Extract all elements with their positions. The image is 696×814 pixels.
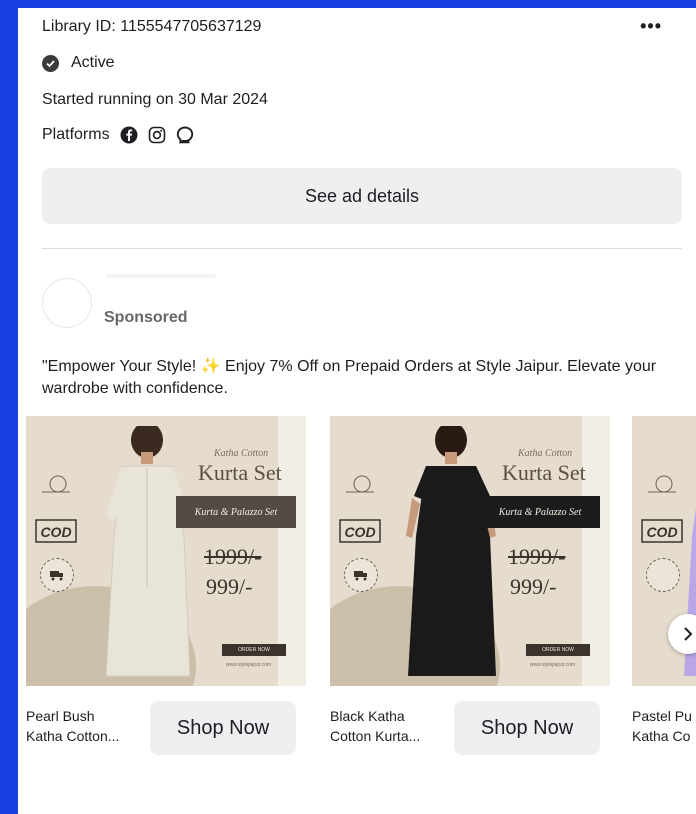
caption-line: Katha Co	[632, 728, 691, 744]
shop-now-button[interactable]: Shop Now	[150, 701, 296, 755]
model-figure	[406, 426, 496, 676]
platforms-label: Platforms	[42, 126, 110, 143]
check-circle-icon	[42, 54, 59, 72]
status-row: Active	[42, 54, 115, 72]
order-now-tag: ORDER NOW	[526, 644, 590, 656]
page-name-placeholder	[106, 274, 216, 278]
old-price: 1999/-	[508, 544, 566, 569]
product-type-big: Kurta Set	[198, 460, 282, 485]
shop-now-button[interactable]: Shop Now	[454, 701, 600, 755]
library-id: Library ID: 1155547705637129	[42, 18, 262, 35]
site-url: www.stylejaipur.com	[530, 662, 576, 668]
product-type-big: Kurta Set	[502, 460, 586, 485]
express-delivery-badge	[648, 475, 676, 493]
product-image[interactable]: COD Katha Cotton Kurta Set Kurta & Palaz…	[330, 416, 610, 686]
sponsored-label: Sponsored	[104, 309, 188, 326]
divider	[42, 248, 682, 249]
product-caption: Black Katha Cotton Kurta...	[330, 706, 450, 746]
svg-text:COD: COD	[344, 524, 375, 540]
express-delivery-badge	[346, 475, 374, 493]
status-label: Active	[71, 54, 115, 71]
cod-badge: COD	[339, 519, 381, 543]
order-now-tag: ORDER NOW	[222, 644, 286, 656]
see-ad-details-button[interactable]: See ad details	[42, 168, 682, 224]
new-price: 999/-	[510, 574, 557, 599]
free-shipping-badge	[40, 558, 74, 592]
instagram-icon	[148, 126, 166, 144]
platforms-row: Platforms	[42, 126, 194, 144]
caption-line: Pearl Bush	[26, 708, 95, 724]
ad-card: Library ID: 1155547705637129 ••• Active …	[18, 8, 696, 814]
product-type-small: Katha Cotton	[214, 448, 269, 459]
express-delivery-badge	[42, 475, 70, 493]
caption-line: Pastel Pu	[632, 708, 692, 724]
new-price: 999/-	[206, 574, 253, 599]
site-url: www.stylejaipur.com	[226, 662, 272, 668]
product-caption: Pastel Pu Katha Co	[632, 706, 696, 746]
product-banner: Kurta & Palazzo Set	[480, 496, 600, 528]
cod-badge: COD	[35, 519, 77, 543]
start-date: Started running on 30 Mar 2024	[42, 91, 268, 108]
carousel-card[interactable]: COD Katha Cotton Kurta Set Kurta & Palaz…	[330, 416, 610, 755]
ad-body-text: "Empower Your Style! ✨ Enjoy 7% Off on P…	[42, 356, 672, 400]
carousel-card[interactable]: COD Katha Cotton Kurta Set Kurta & Palaz…	[26, 416, 306, 755]
product-carousel: COD Katha Cotton Kurta Set Kurta & Palaz…	[26, 416, 696, 776]
sparkle-emoji-icon: ✨	[200, 358, 221, 375]
svg-text:COD: COD	[40, 524, 71, 540]
model-figure	[105, 426, 191, 677]
chevron-right-icon	[684, 627, 693, 641]
caption-line: Black Katha	[330, 708, 405, 724]
cod-badge: COD	[641, 519, 683, 543]
caption-line: Katha Cotton...	[26, 728, 120, 744]
product-caption: Pearl Bush Katha Cotton...	[26, 706, 146, 746]
free-shipping-badge	[344, 558, 378, 592]
messenger-icon	[176, 126, 194, 144]
product-banner: Kurta & Palazzo Set	[176, 496, 296, 528]
caption-line: Cotton Kurta...	[330, 728, 421, 744]
old-price: 1999/-	[204, 544, 262, 569]
more-options-icon[interactable]: •••	[640, 16, 662, 37]
ad-body-text-start: "Empower Your Style!	[42, 358, 197, 375]
product-type-small: Katha Cotton	[518, 448, 573, 459]
facebook-icon	[120, 126, 138, 144]
svg-text:COD: COD	[646, 524, 677, 540]
avatar[interactable]	[42, 278, 92, 328]
product-image[interactable]: COD Katha Cotton Kurta Set Kurta & Palaz…	[26, 416, 306, 686]
free-shipping-badge	[646, 558, 680, 592]
